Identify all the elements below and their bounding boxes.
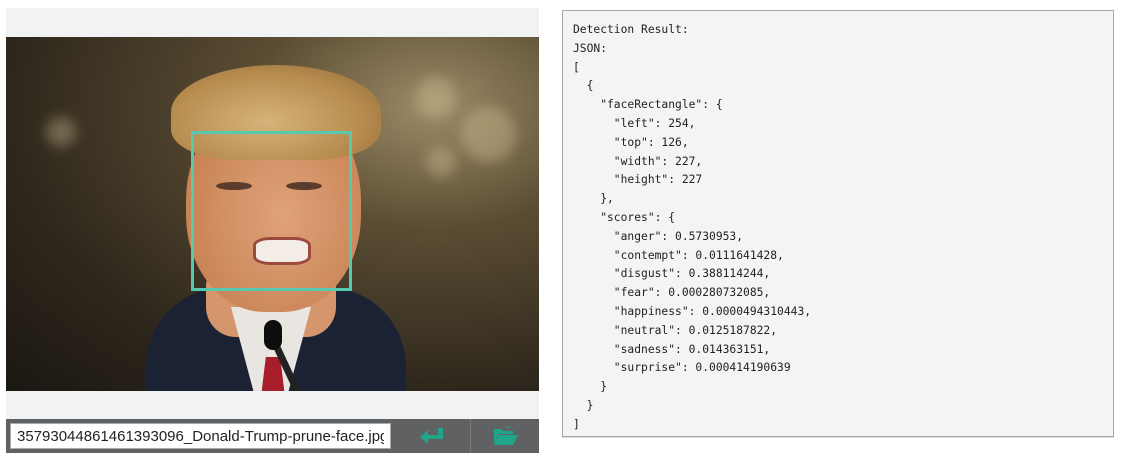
image-panel	[6, 8, 539, 453]
uploaded-photo	[6, 37, 539, 391]
upload-toolbar	[6, 419, 539, 453]
browse-file-button[interactable]	[470, 419, 540, 453]
image-top-strip	[6, 8, 539, 37]
image-bottom-strip	[6, 391, 539, 419]
detection-result-panel: Detection Result: JSON: [ { "faceRectang…	[562, 10, 1114, 437]
divider	[562, 437, 1114, 438]
filename-input[interactable]	[10, 423, 391, 449]
submit-button[interactable]	[396, 419, 468, 453]
face-detection-box	[191, 131, 352, 291]
folder-open-icon	[493, 426, 518, 445]
enter-arrow-icon	[420, 428, 443, 444]
detection-result-text: Detection Result: JSON: [ { "faceRectang…	[573, 23, 812, 431]
